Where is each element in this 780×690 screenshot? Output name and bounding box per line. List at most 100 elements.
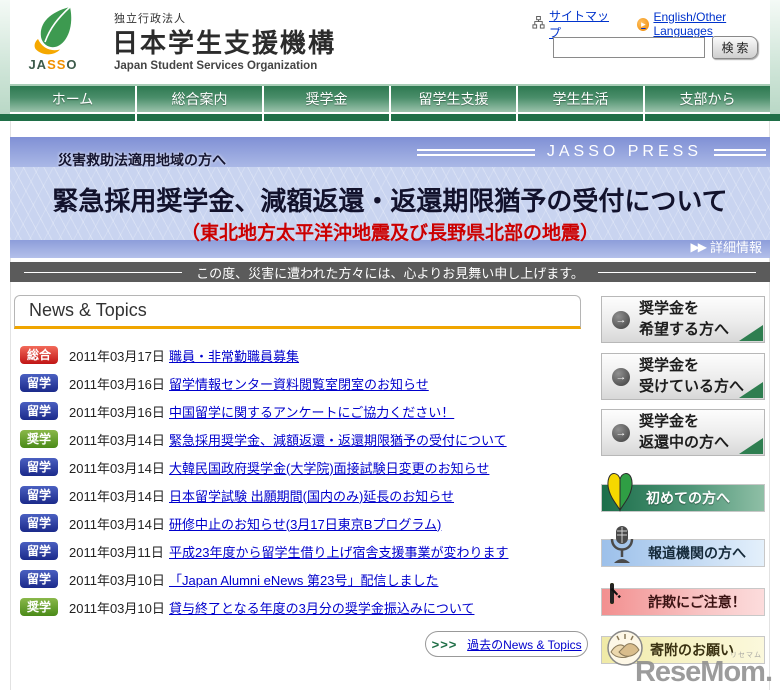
- double-arrow-icon: ▶▶: [690, 239, 708, 254]
- site-title: 日本学生支援機構: [112, 28, 337, 58]
- news-link[interactable]: 職員・非常勤職員募集: [169, 346, 299, 365]
- button-line2: 希望する方へ: [639, 320, 730, 338]
- news-item: 留学 2011年03月10日 「Japan Alumni eNews 第23号」…: [20, 570, 582, 588]
- news-date: 2011年03月16日: [69, 404, 165, 420]
- nav-underline: [0, 114, 780, 121]
- news-date: 2011年03月14日: [69, 488, 165, 504]
- microphone-icon: [609, 524, 635, 571]
- press-headline: 緊急採用奨学金、減額返還・返還期限猶予の受付について: [52, 187, 728, 216]
- news-item: 留学 2011年03月16日 中国留学に関するアンケートにご協力ください！: [20, 402, 582, 420]
- nav-item-guide[interactable]: 総合案内: [137, 86, 264, 112]
- news-link[interactable]: 「Japan Alumni eNews 第23号」配信しました: [169, 570, 438, 589]
- arrow-circle-icon: ▸: [637, 17, 650, 31]
- news-item: 留学 2011年03月14日 研修中止のお知らせ(3月17日東京Bプログラム): [20, 514, 582, 532]
- nav-item-branches[interactable]: 支部から: [645, 86, 770, 112]
- news-link[interactable]: 大韓民国政府奨学金(大学院)面接試験日変更のお知らせ: [169, 458, 489, 477]
- decor-line: [416, 148, 535, 156]
- jasso-press-brand: JASSO PRESS: [416, 143, 766, 161]
- news-date: 2011年03月17日: [69, 348, 165, 364]
- nav-item-home[interactable]: ホーム: [10, 86, 137, 112]
- english-languages-link[interactable]: ▸ English/Other Languages: [637, 10, 780, 38]
- decor-line: [714, 148, 766, 156]
- nav-item-international[interactable]: 留学生支援: [391, 86, 518, 112]
- divider-line: [597, 271, 757, 273]
- button-line1: 奨学金を: [639, 413, 700, 431]
- news-item: 留学 2011年03月14日 日本留学試験 出願期間(国内のみ)延長のお知らせ: [20, 486, 582, 504]
- button-line1: 奨学金を: [639, 300, 700, 318]
- press-banner: JASSO PRESS 災害救助法適用地域の方へ 緊急採用奨学金、減額返還・返還…: [10, 137, 770, 258]
- news-link[interactable]: 緊急採用奨学金、減額返還・返還期限猶予の受付について: [169, 430, 507, 449]
- news-category-badge: 留学: [20, 514, 58, 532]
- news-date: 2011年03月10日: [69, 600, 165, 616]
- detail-info-link[interactable]: ▶▶ 詳細情報: [691, 237, 762, 256]
- site-title-english: Japan Student Services Organization: [114, 60, 318, 72]
- news-link[interactable]: 平成23年度から留学生借り上げ宿舎支援事業が変わります: [169, 542, 508, 561]
- press-lead-text: 災害救助法適用地域の方へ: [58, 152, 226, 168]
- news-link[interactable]: 貸与終了となる年度の3月分の奨学金振込みについて: [169, 598, 474, 617]
- sitemap-link[interactable]: サイトマップ: [532, 7, 615, 41]
- news-topics-heading: News & Topics: [14, 295, 581, 329]
- button-line1: 奨学金を: [639, 357, 700, 375]
- news-item: 留学 2011年03月11日 平成23年度から留学生借り上げ宿舎支援事業が変わり…: [20, 542, 582, 560]
- arrow-circle-icon: →: [612, 310, 630, 329]
- english-label: English/Other Languages: [653, 10, 727, 38]
- news-date: 2011年03月11日: [69, 544, 164, 560]
- nav-item-scholarship[interactable]: 奨学金: [264, 86, 391, 112]
- condolence-bar: この度、災害に遭われた方々には、心よりお見舞い申し上げます。: [10, 262, 770, 282]
- jasso-leaf-logo-icon: [30, 6, 76, 61]
- press-subheadline: （東北地方太平洋沖地震及び長野県北部の地震）: [180, 223, 599, 244]
- news-category-badge: 留学: [20, 570, 58, 588]
- news-category-badge: 奨学: [20, 598, 58, 616]
- nav-item-student-life[interactable]: 学生生活: [518, 86, 645, 112]
- first-time-banner[interactable]: 初めての方へ: [601, 470, 765, 516]
- sitemap-icon: [532, 16, 545, 32]
- jasso-press-label: JASSO PRESS: [546, 143, 702, 160]
- jasso-homepage: JASSO 独立行政法人 日本学生支援機構 Japan Student Serv…: [0, 0, 780, 690]
- resemom-watermark: リセマム ReseMom.: [634, 650, 773, 688]
- divider-line: [24, 271, 183, 273]
- news-category-badge: 総合: [20, 346, 58, 364]
- button-line2: 受けている方へ: [639, 377, 745, 395]
- search-button[interactable]: 検索: [712, 36, 758, 59]
- press-media-banner[interactable]: 報道機関の方へ: [601, 526, 765, 568]
- jasso-logo-text: JASSO: [28, 57, 78, 72]
- scholarship-apply-button[interactable]: → 奨学金を希望する方へ: [601, 296, 765, 343]
- news-item: 奨学 2011年03月10日 貸与終了となる年度の3月分の奨学金振込みについて: [20, 598, 582, 616]
- beginner-mark-icon: [605, 470, 635, 517]
- main-navigation: ホーム 総合案内 奨学金 留学生支援 学生生活 支部から: [10, 84, 770, 112]
- news-item: 奨学 2011年03月14日 緊急採用奨学金、減額返還・返還期限猶予の受付につい…: [20, 430, 582, 448]
- news-list: 総合 2011年03月17日 職員・非常勤職員募集 留学 2011年03月16日…: [20, 346, 582, 626]
- news-archive-button[interactable]: >>> 過去のNews & Topics: [425, 631, 588, 657]
- scholarship-receiving-button[interactable]: → 奨学金を受けている方へ: [601, 353, 765, 400]
- news-category-badge: 留学: [20, 374, 58, 392]
- arrow-circle-icon: →: [612, 423, 630, 442]
- news-category-badge: 奨学: [20, 430, 58, 448]
- news-item: 総合 2011年03月17日 職員・非常勤職員募集: [20, 346, 582, 364]
- news-item: 留学 2011年03月14日 大韓民国政府奨学金(大学院)面接試験日変更のお知ら…: [20, 458, 582, 476]
- news-date: 2011年03月14日: [69, 460, 165, 476]
- fraud-warning-label: 詐欺にご注意！: [601, 588, 765, 616]
- detail-info-label: 詳細情報: [709, 240, 762, 255]
- green-corner-icon: [739, 438, 763, 454]
- button-line2: 返還中の方へ: [639, 433, 730, 451]
- warning-icon: !: [607, 583, 625, 604]
- news-date: 2011年03月10日: [69, 572, 165, 588]
- condolence-text: この度、災害に遭われた方々には、心よりお見舞い申し上げます。: [196, 265, 584, 281]
- scholarship-repaying-button[interactable]: → 奨学金を返還中の方へ: [601, 409, 765, 456]
- news-category-badge: 留学: [20, 542, 58, 560]
- arrow-circle-icon: →: [612, 367, 630, 386]
- news-link[interactable]: 日本留学試験 出願期間(国内のみ)延長のお知らせ: [169, 486, 454, 505]
- search-input[interactable]: [553, 37, 705, 58]
- news-item: 留学 2011年03月16日 留学情報センター資料閲覧室閉室のお知らせ: [20, 374, 582, 392]
- news-link[interactable]: 留学情報センター資料閲覧室閉室のお知らせ: [169, 374, 429, 393]
- left-edge-strip: [0, 0, 10, 114]
- news-archive-link[interactable]: 過去のNews & Topics: [467, 636, 581, 653]
- green-corner-icon: [739, 325, 763, 341]
- news-date: 2011年03月16日: [69, 376, 165, 392]
- triple-chevron-icon: >>>: [431, 636, 458, 652]
- news-link[interactable]: 研修中止のお知らせ(3月17日東京Bプログラム): [169, 514, 441, 533]
- watermark-text: ReseMom.: [634, 656, 773, 688]
- fraud-warning-banner[interactable]: ! 詐欺にご注意！: [601, 582, 765, 620]
- news-date: 2011年03月14日: [69, 516, 165, 532]
- news-link[interactable]: 中国留学に関するアンケートにご協力ください！: [169, 402, 454, 421]
